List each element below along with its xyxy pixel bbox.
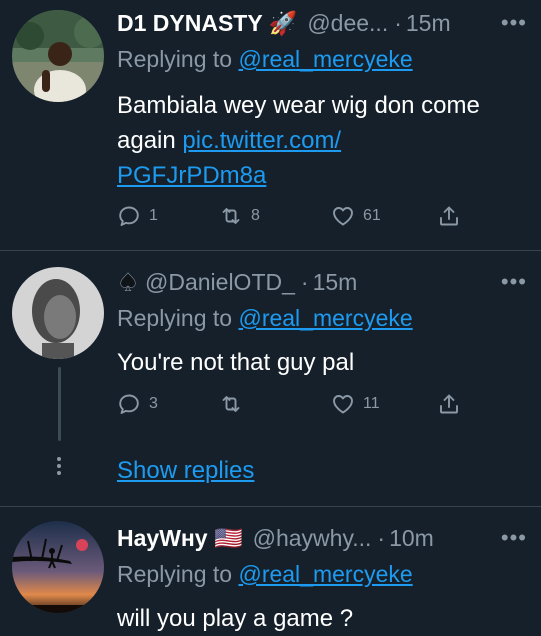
mention-link[interactable]: @real_mercyeke bbox=[238, 561, 412, 587]
tweet-header: HayWнy 🇺🇸 @haywhy... · 10m bbox=[117, 521, 434, 555]
heart-icon bbox=[331, 392, 355, 416]
timestamp[interactable]: 15m bbox=[313, 269, 358, 296]
share-button[interactable] bbox=[437, 204, 461, 228]
mention-link[interactable]: @real_mercyeke bbox=[238, 46, 412, 72]
share-icon bbox=[437, 392, 461, 416]
user-handle[interactable]: @DanielOTD_ bbox=[145, 269, 295, 296]
like-count: 11 bbox=[363, 395, 380, 412]
reply-count: 3 bbox=[149, 395, 158, 412]
media-link-continued[interactable]: PGFJrPDm8a bbox=[117, 158, 527, 193]
separator-dot: · bbox=[394, 9, 402, 36]
mention-link[interactable]: @real_mercyeke bbox=[238, 305, 412, 331]
retweet-button[interactable]: 8 bbox=[219, 204, 260, 228]
more-icon[interactable]: ••• bbox=[501, 269, 527, 295]
tweet-actions: 1 8 61 bbox=[117, 204, 463, 230]
avatar-photo bbox=[12, 267, 104, 359]
tweet-text: Bambiala wey wear wig don come again pic… bbox=[117, 88, 527, 193]
tweet-text-line-1: Bambiala wey wear wig don come bbox=[117, 92, 480, 119]
share-button[interactable] bbox=[437, 392, 461, 416]
retweet-icon bbox=[219, 392, 243, 416]
share-icon bbox=[437, 204, 461, 228]
replying-to: Replying to @real_mercyeke bbox=[117, 46, 413, 73]
tweet-text: will you play a game ? bbox=[117, 605, 354, 632]
replying-to-prefix: Replying to bbox=[117, 561, 239, 587]
tweet-3[interactable]: HayWнy 🇺🇸 @haywhy... · 10m ••• Replying … bbox=[0, 507, 541, 635]
retweet-button[interactable] bbox=[219, 392, 251, 416]
like-button[interactable]: 11 bbox=[331, 392, 380, 416]
replying-to: Replying to @real_mercyeke bbox=[117, 305, 413, 332]
tweet-text: You're not that guy pal bbox=[117, 349, 355, 376]
display-name[interactable]: D1 DYNASTY 🚀 bbox=[117, 10, 297, 37]
thread-dots-icon bbox=[56, 457, 62, 475]
more-icon[interactable]: ••• bbox=[501, 525, 527, 551]
timestamp[interactable]: 15m bbox=[406, 10, 451, 37]
tweet-1[interactable]: D1 DYNASTY 🚀 @dee... · 15m ••• Replying … bbox=[0, 0, 541, 250]
like-count: 61 bbox=[363, 207, 381, 224]
heart-icon bbox=[331, 204, 355, 228]
user-handle[interactable]: @haywhy... bbox=[253, 525, 372, 552]
tweet-header: D1 DYNASTY 🚀 @dee... · 15m bbox=[117, 6, 451, 40]
tweet-actions: 3 11 bbox=[117, 392, 463, 418]
reply-icon bbox=[117, 392, 141, 416]
show-replies-link[interactable]: Show replies bbox=[117, 457, 254, 485]
like-button[interactable]: 61 bbox=[331, 204, 381, 228]
media-link[interactable]: pic.twitter.com/ bbox=[182, 127, 341, 154]
display-name[interactable]: HayWнy 🇺🇸 bbox=[117, 525, 243, 552]
separator-dot: · bbox=[300, 268, 309, 295]
tweet-2[interactable]: @DanielOTD_ · 15m ••• Replying to @real_… bbox=[0, 251, 541, 506]
reply-count: 1 bbox=[149, 207, 158, 224]
thread-line bbox=[58, 367, 61, 441]
avatar[interactable] bbox=[12, 521, 104, 613]
avatar[interactable] bbox=[12, 267, 104, 359]
retweet-icon bbox=[219, 204, 243, 228]
timestamp[interactable]: 10m bbox=[389, 525, 434, 552]
avatar-photo bbox=[12, 521, 104, 613]
user-handle[interactable]: @dee... bbox=[307, 10, 388, 37]
spade-icon bbox=[120, 272, 136, 291]
replying-to: Replying to @real_mercyeke bbox=[117, 561, 413, 588]
separator-dot: · bbox=[377, 524, 386, 551]
tweet-header: @DanielOTD_ · 15m bbox=[117, 265, 357, 299]
reply-icon bbox=[117, 204, 141, 228]
tweet-text-line-2: again bbox=[117, 127, 183, 154]
more-icon[interactable]: ••• bbox=[501, 10, 527, 36]
retweet-count: 8 bbox=[251, 207, 260, 224]
reply-button[interactable]: 1 bbox=[117, 204, 158, 228]
reply-button[interactable]: 3 bbox=[117, 392, 158, 416]
avatar-photo bbox=[12, 10, 104, 102]
avatar[interactable] bbox=[12, 10, 104, 102]
replying-to-prefix: Replying to bbox=[117, 46, 239, 72]
replying-to-prefix: Replying to bbox=[117, 305, 239, 331]
